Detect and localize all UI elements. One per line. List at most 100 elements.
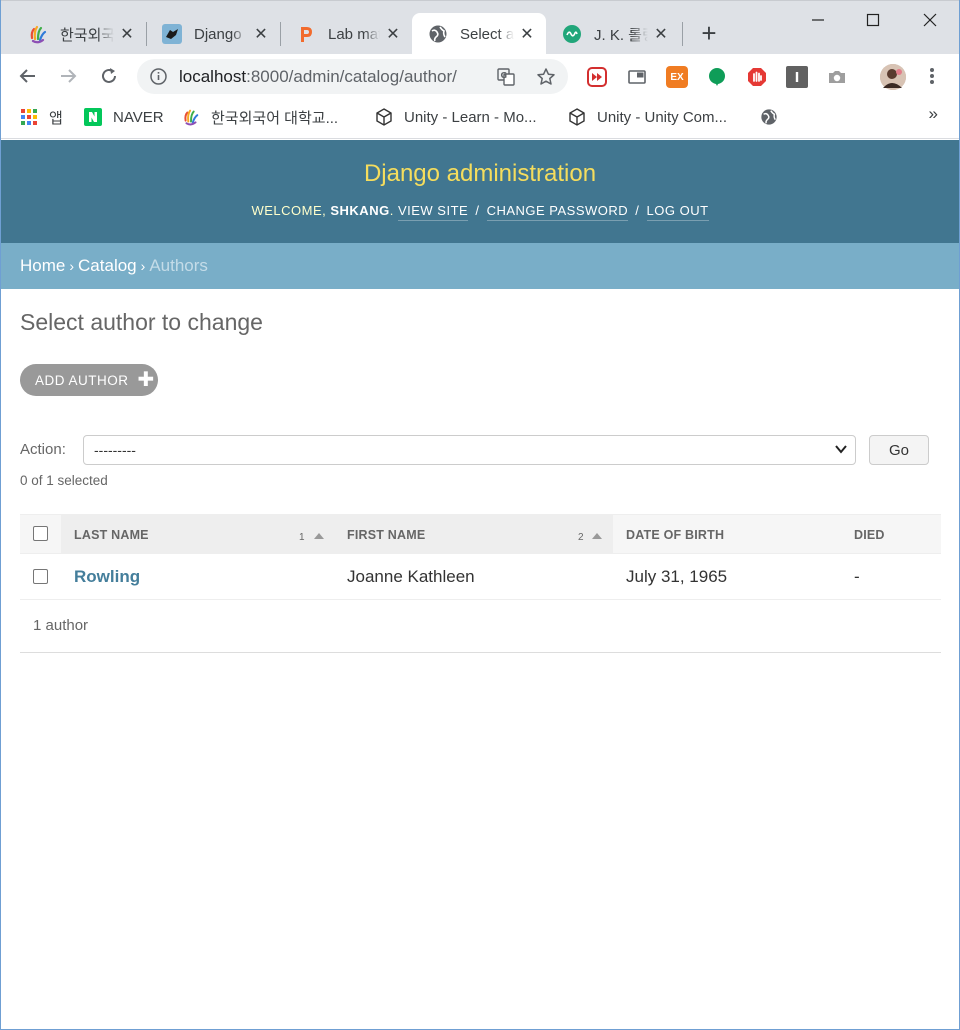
sort-priority: 2 xyxy=(578,532,584,543)
go-button[interactable]: Go xyxy=(869,435,929,465)
author-first-name: Joanne Kathleen xyxy=(347,567,475,586)
ex-extension-icon[interactable]: EX xyxy=(666,66,688,88)
reload-icon[interactable] xyxy=(95,62,123,90)
bookmark-label: NAVER xyxy=(113,108,164,126)
breadcrumb: Home › Catalog › Authors xyxy=(1,243,959,289)
bookmark-hufs[interactable]: 한국외국어 대학교... xyxy=(182,107,338,127)
column-last-name[interactable]: Last name 1 xyxy=(61,515,334,554)
bookmark-star-icon[interactable] xyxy=(535,66,557,88)
author-died: - xyxy=(854,567,860,586)
page-title: Select author to change xyxy=(20,309,263,335)
bookmark-unity-learn[interactable]: Unity - Learn - Mo... xyxy=(375,107,537,127)
select-all-checkbox[interactable] xyxy=(33,526,48,541)
globe-icon xyxy=(428,24,448,44)
bookmark-apps[interactable]: 앱 xyxy=(20,107,63,127)
url-text: localhost:8000/admin/catalog/author/ xyxy=(179,67,457,87)
forward-arrow-icon[interactable] xyxy=(54,62,82,90)
tab-hufs[interactable]: 한국외국어대학교 ✕ xyxy=(12,13,146,55)
green-chat-extension-icon[interactable] xyxy=(706,66,728,88)
close-tab-icon[interactable]: ✕ xyxy=(118,25,136,43)
close-window-icon[interactable] xyxy=(915,7,945,33)
column-label: Died xyxy=(854,527,885,542)
user-tools: Welcome, shkang. View site / Change pass… xyxy=(1,203,959,221)
tab-separator xyxy=(682,22,683,46)
action-select[interactable]: --------- xyxy=(83,435,856,465)
svg-text:G: G xyxy=(501,71,508,80)
maximize-icon[interactable] xyxy=(858,7,888,33)
add-author-button[interactable]: Add author ✚ xyxy=(20,364,158,396)
info-icon[interactable] xyxy=(150,68,167,85)
action-label: Action: xyxy=(20,441,66,458)
minimize-icon[interactable] xyxy=(803,7,833,33)
bookmarks-overflow-button[interactable]: » xyxy=(929,104,938,124)
row-checkbox[interactable] xyxy=(33,569,48,584)
url-host: localhost xyxy=(179,67,247,86)
username-suffix: . xyxy=(389,203,394,218)
unity-icon xyxy=(375,108,393,126)
sort-ascending-icon[interactable] xyxy=(314,533,324,539)
bookmark-label: 앱 xyxy=(49,109,63,127)
column-label: Date of birth xyxy=(626,527,725,542)
address-bar[interactable]: localhost:8000/admin/catalog/author/ G xyxy=(137,59,568,94)
close-tab-icon[interactable]: ✕ xyxy=(652,25,670,43)
change-password-link[interactable]: Change password xyxy=(486,203,629,221)
i-extension-icon[interactable] xyxy=(786,66,808,88)
username: shkang xyxy=(330,203,390,218)
translate-icon[interactable]: G xyxy=(495,66,517,88)
bookmark-naver[interactable]: NAVER xyxy=(84,107,164,127)
bookmark-unity-community[interactable]: Unity - Unity Com... xyxy=(568,107,727,127)
selection-counter: 0 of 1 selected xyxy=(20,473,108,488)
close-tab-icon[interactable]: ✕ xyxy=(518,25,536,43)
welcome-text: Welcome, xyxy=(251,203,327,218)
tab-title: Select author to change xyxy=(460,25,514,43)
sort-ascending-icon[interactable] xyxy=(592,533,602,539)
tab-jk-rowling[interactable]: J. K. 롤링 ✕ xyxy=(546,13,680,55)
picture-in-picture-icon[interactable] xyxy=(626,66,648,88)
green-logo-icon xyxy=(562,24,582,44)
bookmark-globe[interactable] xyxy=(760,107,789,127)
breadcrumb-catalog[interactable]: Catalog xyxy=(78,256,137,275)
django-icon xyxy=(162,24,182,44)
adblock-hand-icon[interactable] xyxy=(746,66,768,88)
camera-icon[interactable] xyxy=(826,66,848,88)
hufs-hand-icon xyxy=(28,24,48,44)
globe-icon xyxy=(760,108,778,126)
browser-menu-icon[interactable] xyxy=(918,62,946,90)
breadcrumb-current: Authors xyxy=(149,256,208,275)
add-author-label: Add author xyxy=(35,372,129,388)
bookmark-label: 한국외국어 대학교... xyxy=(211,109,339,127)
apps-grid-icon xyxy=(20,108,38,126)
separator-slash: / xyxy=(635,203,640,218)
column-label: First name xyxy=(347,527,426,542)
view-site-link[interactable]: View site xyxy=(397,203,469,221)
chevron-down-icon xyxy=(834,442,848,456)
tab-select-author[interactable]: Select author to change ✕ xyxy=(412,13,546,55)
log-out-link[interactable]: Log out xyxy=(646,203,709,221)
naver-icon xyxy=(84,108,102,126)
tab-lab-materials[interactable]: Lab materials ✕ xyxy=(280,13,412,55)
bookmarks-bar: 앱 NAVER 한국외국어 대학교... Unity - Learn - Mo.… xyxy=(0,99,960,139)
author-last-name-link[interactable]: Rowling xyxy=(74,567,140,587)
breadcrumb-home[interactable]: Home xyxy=(20,256,65,275)
author-date-of-birth: July 31, 1965 xyxy=(626,567,728,586)
url-path: :8000/admin/catalog/author/ xyxy=(246,67,457,86)
table-header: Last name 1 First name 2 Date of birth D… xyxy=(20,514,941,554)
hufs-hand-icon xyxy=(182,108,200,126)
column-died[interactable]: Died xyxy=(841,515,941,554)
close-tab-icon[interactable]: ✕ xyxy=(384,25,402,43)
bookmark-label: Unity - Learn - Mo... xyxy=(404,108,537,126)
profile-avatar[interactable] xyxy=(880,64,906,90)
close-tab-icon[interactable]: ✕ xyxy=(252,25,270,43)
column-first-name[interactable]: First name 2 xyxy=(334,515,613,554)
back-arrow-icon[interactable] xyxy=(14,62,42,90)
tab-django[interactable]: Django ✕ xyxy=(146,13,280,55)
site-branding[interactable]: Django administration xyxy=(1,160,959,188)
fast-forward-extension-icon[interactable] xyxy=(586,66,608,88)
plus-icon: ✚ xyxy=(137,369,155,391)
p-letter-icon xyxy=(296,24,316,44)
column-date-of-birth[interactable]: Date of birth xyxy=(613,515,841,554)
tab-title: Django xyxy=(194,25,242,43)
breadcrumb-separator: › xyxy=(69,258,75,274)
unity-icon xyxy=(568,108,586,126)
new-tab-button[interactable]: + xyxy=(696,20,722,47)
